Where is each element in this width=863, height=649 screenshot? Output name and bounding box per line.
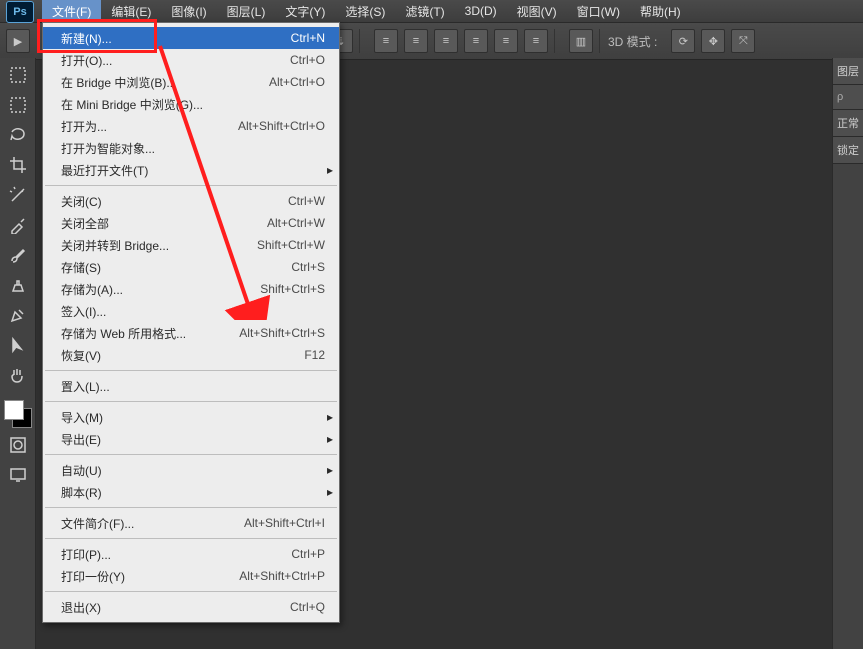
menu-help[interactable]: 帮助(H) [630, 0, 691, 22]
color-swatches[interactable] [4, 400, 32, 428]
mode3d-orbit-icon[interactable]: ⟳ [671, 29, 695, 53]
distribute-icon[interactable]: ≡ [374, 29, 398, 53]
menu-exit[interactable]: 退出(X) Ctrl+Q [43, 596, 339, 618]
menu-separator [45, 591, 337, 592]
tool-clone-icon[interactable] [5, 272, 31, 298]
tool-lasso-icon[interactable] [5, 122, 31, 148]
lock-label: 锁定 [833, 137, 863, 164]
distribute-icon[interactable]: ≡ [464, 29, 488, 53]
menu-window[interactable]: 窗口(W) [567, 0, 630, 22]
menu-close[interactable]: 关闭(C) Ctrl+W [43, 190, 339, 212]
mode3d-zoom-icon[interactable]: ⤧ [731, 29, 755, 53]
menu-new-label: 新建(N)... [61, 30, 291, 47]
menu-revert[interactable]: 恢复(V) F12 [43, 344, 339, 366]
distribute-icon[interactable]: ≡ [494, 29, 518, 53]
menu-separator [45, 401, 337, 402]
toolbar [0, 58, 36, 649]
menu-3d[interactable]: 3D(D) [455, 0, 507, 22]
menu-file[interactable]: 文件(F) [42, 0, 101, 22]
menu-file-info[interactable]: 文件简介(F)... Alt+Shift+Ctrl+I [43, 512, 339, 534]
foreground-color-swatch[interactable] [4, 400, 24, 420]
tool-handles-icon[interactable] [5, 62, 31, 88]
submenu-arrow-icon: ▸ [327, 485, 333, 499]
distribute-icon[interactable]: ≡ [434, 29, 458, 53]
menu-save[interactable]: 存储(S) Ctrl+S [43, 256, 339, 278]
tool-quickmask-icon[interactable] [5, 432, 31, 458]
menu-edit[interactable]: 编辑(E) [101, 0, 161, 22]
menu-separator [45, 185, 337, 186]
distribute-icon[interactable]: ≡ [404, 29, 428, 53]
menu-save-for-web[interactable]: 存储为 Web 所用格式... Alt+Shift+Ctrl+S [43, 322, 339, 344]
menu-print-one[interactable]: 打印一份(Y) Alt+Shift+Ctrl+P [43, 565, 339, 587]
tool-path-select-icon[interactable] [5, 332, 31, 358]
mode3d-pan-icon[interactable]: ✥ [701, 29, 725, 53]
menu-export[interactable]: 导出(E) ▸ [43, 428, 339, 450]
layers-panel-tab[interactable]: 图层 [833, 58, 863, 85]
tool-wand-icon[interactable] [5, 182, 31, 208]
menu-place[interactable]: 置入(L)... [43, 375, 339, 397]
menu-open[interactable]: 打开(O)... Ctrl+O [43, 49, 339, 71]
menu-select[interactable]: 选择(S) [335, 0, 395, 22]
tool-marquee-icon[interactable] [5, 92, 31, 118]
app-logo: Ps [6, 1, 34, 23]
menu-open-smart[interactable]: 打开为智能对象... [43, 137, 339, 159]
opt-ico[interactable]: ▥ [569, 29, 593, 53]
tool-brush-icon[interactable] [5, 242, 31, 268]
blend-mode-normal[interactable]: 正常 [833, 110, 863, 137]
menu-print[interactable]: 打印(P)... Ctrl+P [43, 543, 339, 565]
menu-open-recent[interactable]: 最近打开文件(T) ▸ [43, 159, 339, 181]
tool-screenmode-icon[interactable] [5, 462, 31, 488]
menu-check-in[interactable]: 签入(I)... [43, 300, 339, 322]
menu-scripts[interactable]: 脚本(R) ▸ [43, 481, 339, 503]
menu-open-as[interactable]: 打开为... Alt+Shift+Ctrl+O [43, 115, 339, 137]
menu-image[interactable]: 图像(I) [161, 0, 216, 22]
menu-separator [45, 507, 337, 508]
menu-separator [45, 454, 337, 455]
menu-close-goto-bridge[interactable]: 关闭并转到 Bridge... Shift+Ctrl+W [43, 234, 339, 256]
submenu-arrow-icon: ▸ [327, 432, 333, 446]
file-menu-dropdown: 新建(N)... Ctrl+N 打开(O)... Ctrl+O 在 Bridge… [42, 22, 340, 623]
layers-search[interactable]: ρ [833, 85, 863, 110]
menu-automate[interactable]: 自动(U) ▸ [43, 459, 339, 481]
mode3d-label: 3D 模式 : [608, 33, 657, 50]
right-panel-rail: 图层 ρ 正常 锁定 [832, 58, 863, 649]
tool-crop-icon[interactable] [5, 152, 31, 178]
tool-pen-icon[interactable] [5, 302, 31, 328]
menu-new[interactable]: 新建(N)... Ctrl+N [43, 27, 339, 49]
options-tool-preset-icon[interactable]: ▶ [6, 29, 30, 53]
submenu-arrow-icon: ▸ [327, 463, 333, 477]
submenu-arrow-icon: ▸ [327, 163, 333, 177]
menu-close-all[interactable]: 关闭全部 Alt+Ctrl+W [43, 212, 339, 234]
menu-separator [45, 370, 337, 371]
distribute-icon[interactable]: ≡ [524, 29, 548, 53]
menu-view[interactable]: 视图(V) [507, 0, 567, 22]
submenu-arrow-icon: ▸ [327, 410, 333, 424]
menu-type[interactable]: 文字(Y) [275, 0, 335, 22]
menu-new-shortcut: Ctrl+N [291, 31, 325, 45]
menu-save-as[interactable]: 存储为(A)... Shift+Ctrl+S [43, 278, 339, 300]
menu-separator [45, 538, 337, 539]
menubar: 文件(F) 编辑(E) 图像(I) 图层(L) 文字(Y) 选择(S) 滤镜(T… [0, 0, 863, 23]
menu-browse-bridge[interactable]: 在 Bridge 中浏览(B)... Alt+Ctrl+O [43, 71, 339, 93]
tool-hand-icon[interactable] [5, 362, 31, 388]
tool-eyedropper-icon[interactable] [5, 212, 31, 238]
menu-browse-minibridge[interactable]: 在 Mini Bridge 中浏览(G)... [43, 93, 339, 115]
menu-filter[interactable]: 滤镜(T) [395, 0, 454, 22]
menu-layer[interactable]: 图层(L) [217, 0, 276, 22]
menu-import[interactable]: 导入(M) ▸ [43, 406, 339, 428]
